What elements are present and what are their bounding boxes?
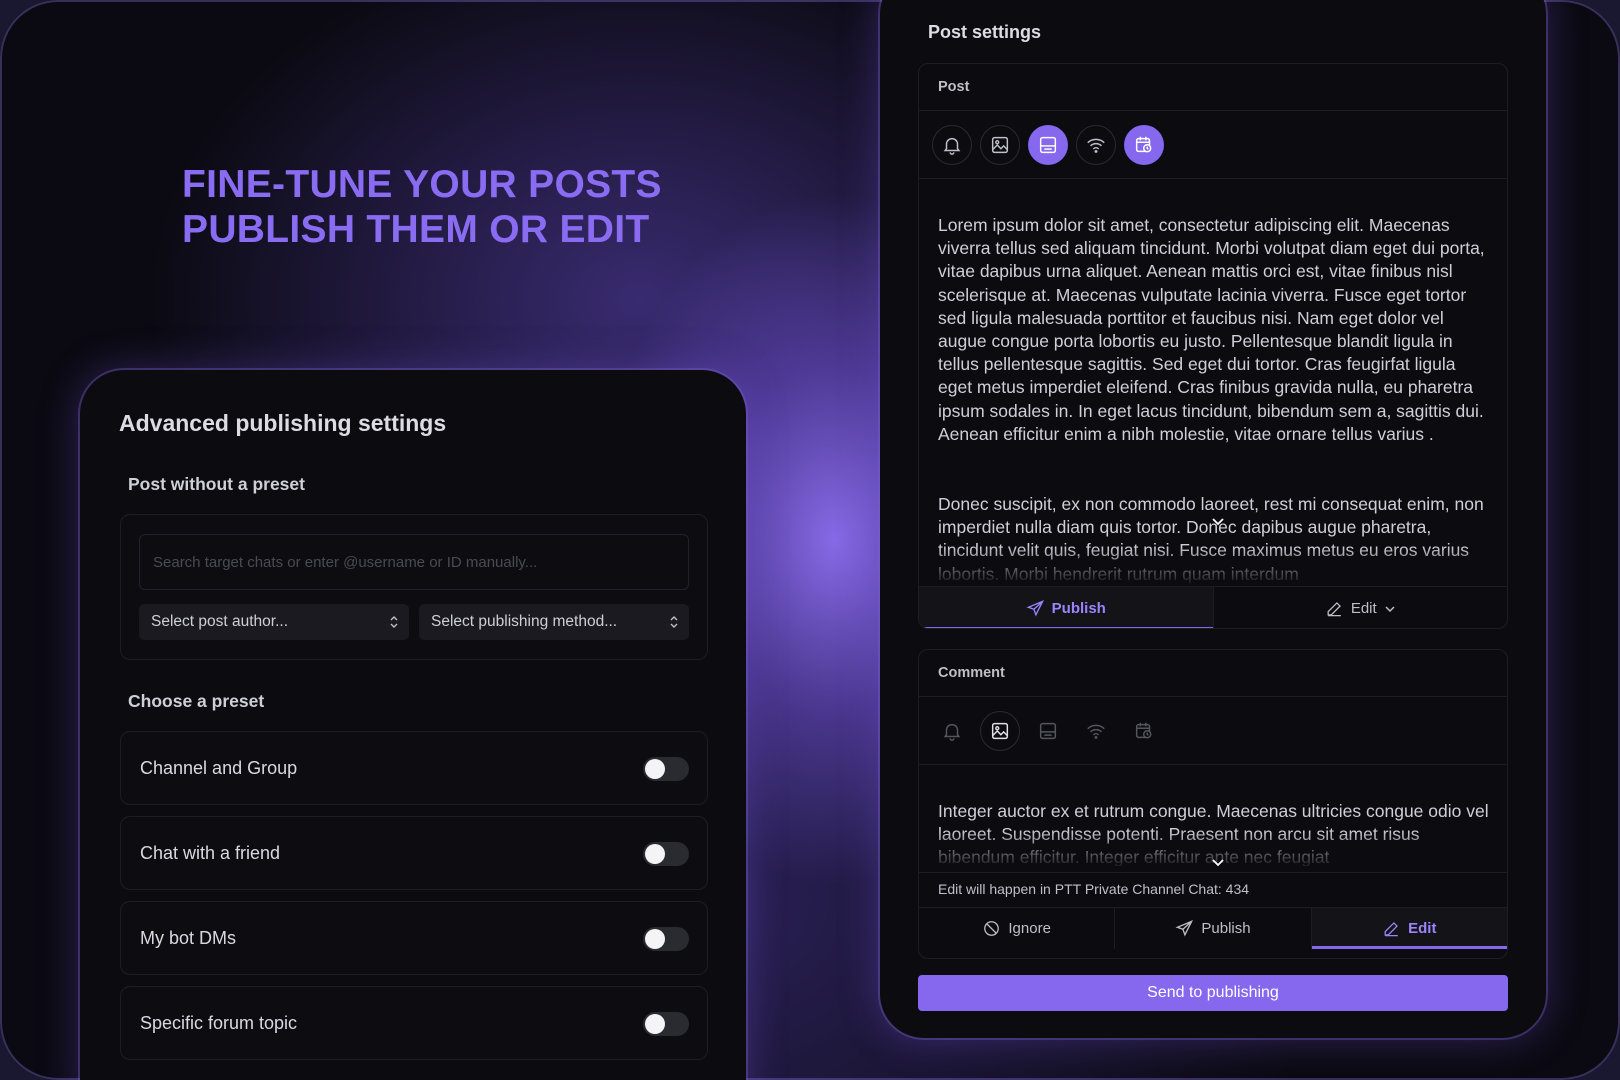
preset-row[interactable]: My bot DMs [120, 901, 708, 975]
calendar-clock-icon[interactable] [1124, 711, 1164, 751]
preset-label: My bot DMs [140, 928, 237, 948]
preset-label: Channel and Group [140, 758, 298, 778]
preset-row[interactable]: Channel and Group [120, 731, 708, 805]
manual-target-box: Search target chats or enter @username o… [120, 514, 708, 660]
preset-label: Chat with a friend [140, 843, 281, 863]
bell-icon[interactable] [932, 125, 972, 165]
bell-icon[interactable] [932, 711, 972, 751]
headline: FINE-TUNE YOUR POSTS PUBLISH THEM OR EDI… [182, 162, 662, 252]
headline-line-1: FINE-TUNE YOUR POSTS [182, 163, 662, 206]
panel-title: Advanced publishing settings [119, 410, 447, 436]
updown-chevron-icon [390, 616, 398, 628]
preset-toggle[interactable] [643, 842, 689, 866]
target-search-input[interactable]: Search target chats or enter @username o… [139, 534, 689, 590]
comment-card: Comment Integer auctor ex et rutrum cong… [918, 649, 1508, 959]
comment-action-tabs: Ignore Publish Edit [919, 907, 1507, 949]
post-card: Post Lorem ipsum dolor sit amet, consect… [918, 63, 1508, 629]
pencil-icon [1384, 922, 1399, 937]
post-action-tabs: Publish Edit [919, 586, 1508, 628]
preset-row[interactable]: Specific forum topic [120, 986, 708, 1060]
image-icon[interactable] [980, 711, 1020, 751]
advanced-publishing-panel: Advanced publishing settings Post withou… [80, 370, 746, 1080]
publishing-method-select-label: Select publishing method... [431, 613, 618, 630]
send-icon [1026, 600, 1044, 617]
preset-toggle[interactable] [643, 757, 689, 781]
post-author-select-label: Select post author... [151, 613, 289, 630]
pencil-icon [1327, 602, 1341, 617]
updown-chevron-icon [670, 616, 678, 628]
preset-toggle[interactable] [643, 927, 689, 951]
tab-publish[interactable]: Publish [919, 587, 1213, 628]
tab-label: Publish [1051, 600, 1106, 617]
tab-ignore[interactable]: Ignore [919, 908, 1114, 949]
tab-label: Ignore [1008, 920, 1051, 937]
publishing-method-select[interactable]: Select publishing method... [419, 604, 689, 640]
edit-target-note: Edit will happen in PTT Private Channel … [938, 881, 1250, 897]
toggle-knob [645, 759, 665, 779]
preset-toggle[interactable] [643, 1012, 689, 1036]
send-to-publishing-button[interactable]: Send to publishing [918, 975, 1508, 1011]
toggle-knob [645, 1014, 665, 1034]
preview-icon[interactable] [1028, 711, 1068, 751]
post-text-paragraph: Lorem ipsum dolor sit amet, consectetur … [938, 215, 1485, 444]
send-icon [1175, 920, 1194, 937]
ban-icon [984, 921, 1000, 936]
tab-label: Edit [1350, 600, 1377, 617]
section-label-without-preset: Post without a preset [128, 474, 305, 494]
toggle-knob [645, 844, 665, 864]
scroll-down-chevron-icon[interactable] [1211, 858, 1225, 868]
headline-line-2: PUBLISH THEM OR EDIT [182, 208, 650, 251]
comment-card-header: Comment [919, 650, 1507, 697]
tab-edit[interactable]: Edit [1212, 587, 1508, 628]
text-fade [919, 546, 1507, 586]
section-label-choose-preset: Choose a preset [128, 691, 265, 711]
tab-publish[interactable]: Publish [1114, 908, 1310, 949]
wifi-icon[interactable] [1076, 125, 1116, 165]
preview-icon[interactable] [1028, 125, 1068, 165]
scroll-down-chevron-icon[interactable] [1211, 517, 1225, 527]
app-frame: FINE-TUNE YOUR POSTS PUBLISH THEM OR EDI… [0, 0, 1620, 1080]
post-author-select[interactable]: Select post author... [139, 604, 409, 640]
tab-edit[interactable]: Edit [1310, 908, 1507, 949]
post-option-icons [919, 111, 1507, 179]
toggle-knob [645, 929, 665, 949]
preset-row[interactable]: Chat with a friend [120, 816, 708, 890]
tab-label: Publish [1201, 920, 1251, 937]
calendar-clock-icon[interactable] [1124, 125, 1164, 165]
post-card-header: Post [919, 64, 1507, 111]
image-icon[interactable] [980, 125, 1020, 165]
tab-label: Edit [1408, 920, 1437, 937]
comment-option-icons [919, 697, 1507, 765]
post-settings-panel: Post settings Post Lorem ipsum dolor sit… [880, 0, 1546, 1038]
wifi-icon[interactable] [1076, 711, 1116, 751]
chevron-down-icon [1385, 605, 1395, 612]
panel-title: Post settings [928, 22, 1042, 42]
preset-label: Specific forum topic [140, 1013, 298, 1033]
